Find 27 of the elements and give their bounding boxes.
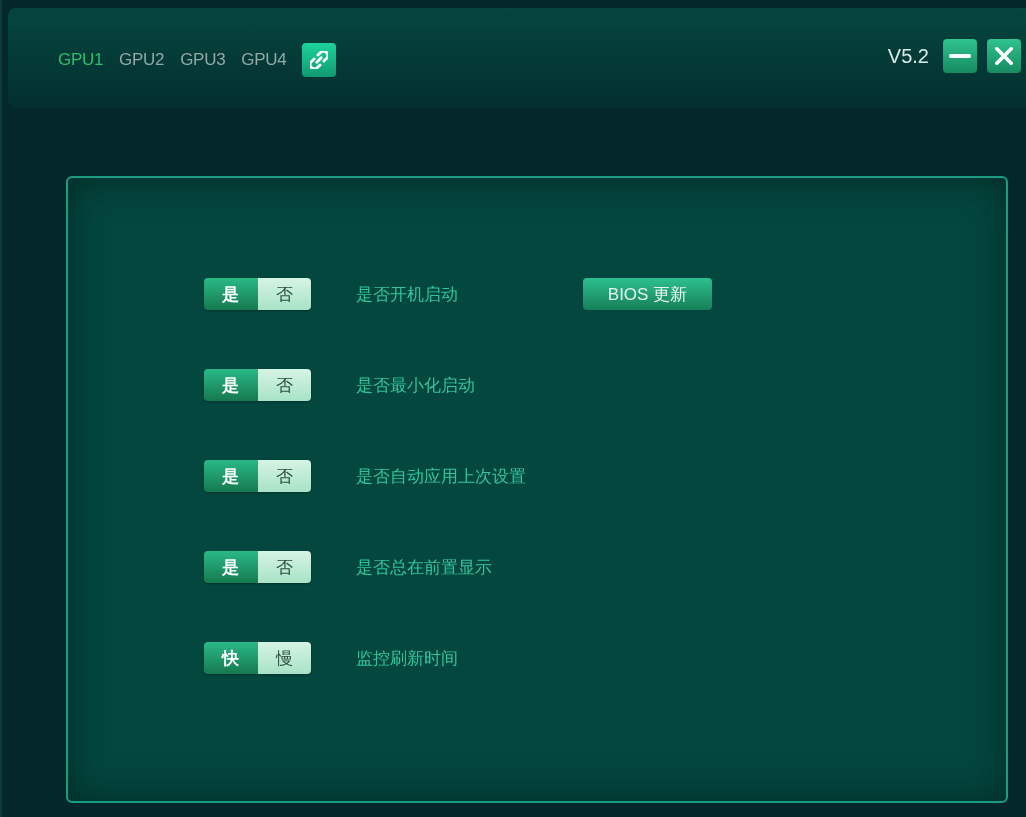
close-button[interactable] xyxy=(987,39,1021,73)
minimize-button[interactable] xyxy=(943,39,977,73)
toggle-option[interactable]: 否 xyxy=(257,460,311,492)
toggle-option[interactable]: 否 xyxy=(257,278,311,310)
gpu-tab[interactable]: GPU3 xyxy=(178,50,234,70)
minimize-icon xyxy=(949,54,971,58)
toggle-option[interactable]: 慢 xyxy=(257,642,311,674)
setting-label: 是否开机启动 xyxy=(356,282,458,306)
toggle-option[interactable]: 是 xyxy=(204,460,258,492)
link-icon xyxy=(310,51,329,69)
gpu-tab[interactable]: GPU2 xyxy=(117,50,173,70)
toggle-option[interactable]: 否 xyxy=(257,369,311,401)
toggle-option[interactable]: 是 xyxy=(204,278,258,310)
setting-label: 是否自动应用上次设置 xyxy=(356,464,526,488)
version-label: V5.2 xyxy=(887,44,929,68)
gpu-tab[interactable]: GPU4 xyxy=(239,50,295,70)
setting-label: 是否总在前置显示 xyxy=(356,555,492,579)
setting-label: 是否最小化启动 xyxy=(356,373,475,397)
setting-label: 监控刷新时间 xyxy=(356,646,458,670)
link-button[interactable] xyxy=(302,43,337,77)
toggle-option[interactable]: 快 xyxy=(204,642,258,674)
toggle-option[interactable]: 否 xyxy=(257,551,311,583)
gpu-tab[interactable]: GPU1 xyxy=(56,50,112,70)
toggle-option[interactable]: 是 xyxy=(204,551,258,583)
bios-update-button[interactable]: BIOS 更新 xyxy=(583,278,712,310)
toggle-option[interactable]: 是 xyxy=(204,369,258,401)
close-icon xyxy=(995,47,1013,65)
